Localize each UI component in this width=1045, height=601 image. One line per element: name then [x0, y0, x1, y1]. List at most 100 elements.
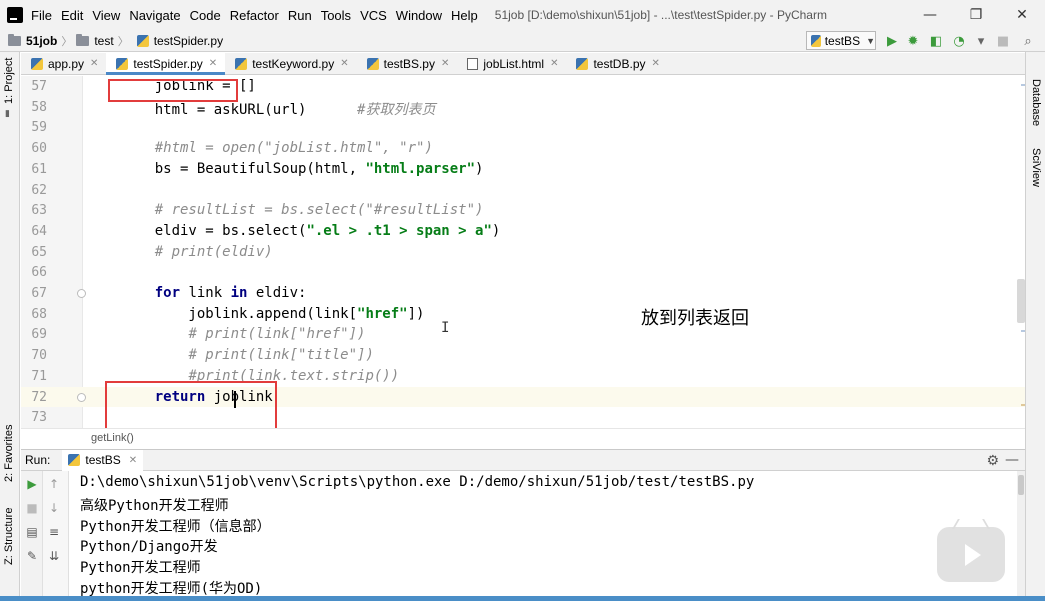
code-line: 66 — [21, 262, 1025, 283]
breadcrumb-project[interactable]: 51job — [0, 33, 57, 48]
right-tool-stripe: Database SciView — [1025, 52, 1045, 601]
tab-label: app.py — [48, 56, 85, 71]
project-icon: ▮ — [5, 109, 10, 119]
run-tab-testbs[interactable]: testBS ✕ — [62, 449, 144, 471]
code-line: 70 # print(link["title"]) — [21, 345, 1025, 366]
console-scrollbar-thumb[interactable] — [1018, 475, 1024, 495]
menu-code[interactable]: Code — [190, 8, 221, 23]
breadcrumb-file[interactable]: testSpider.py — [133, 34, 223, 48]
highlight-box-return — [105, 381, 277, 428]
run-toolbar-secondary: ↑ ↓ ≡ ⇊ — [43, 471, 69, 597]
editor-tab-1[interactable]: testSpider.py ✕ — [106, 53, 226, 75]
menu-view[interactable]: View — [92, 8, 120, 23]
project-tool-button[interactable]: 1: Project — [3, 58, 15, 104]
scroll-to-end-icon[interactable]: ⇊ — [43, 549, 65, 563]
close-icon[interactable]: ✕ — [441, 58, 449, 69]
python-file-icon — [136, 34, 149, 47]
editor-tab-0[interactable]: app.py ✕ — [21, 53, 106, 74]
code-line: 65 # print(eldiv) — [21, 242, 1025, 263]
arrow-up-icon[interactable]: ↑ — [43, 477, 65, 491]
run-configuration-select[interactable]: testBS ▼ — [806, 31, 876, 50]
console-line: Python开发工程师 — [80, 560, 201, 577]
tab-label: testBS.py — [383, 56, 435, 71]
rerun-icon[interactable]: ▶ — [21, 477, 43, 491]
code-text: # print(eldiv) — [121, 244, 273, 260]
function-breadcrumb[interactable]: getLink() — [91, 432, 134, 444]
pin-icon[interactable]: ✎ — [21, 549, 43, 563]
close-icon[interactable]: ✕ — [652, 58, 660, 69]
code-editor[interactable]: 57 joblink = [] 58 html = askURL(url) #获取… — [21, 76, 1025, 428]
stop-icon[interactable]: ■ — [995, 33, 1011, 49]
fold-marker-icon[interactable] — [77, 289, 86, 298]
html-file-icon — [467, 57, 479, 70]
video-play-overlay[interactable] — [937, 527, 1005, 582]
debug-icon[interactable]: ✹ — [905, 33, 921, 49]
editor-tab-3[interactable]: testBS.py ✕ — [357, 53, 458, 74]
console-line: Python开发工程师（信息部） — [80, 518, 271, 535]
coverage-icon[interactable]: ◧ — [928, 33, 944, 49]
python-file-icon — [366, 57, 379, 70]
code-text: # resultList = bs.select("#resultList") — [121, 202, 484, 219]
line-number: 58 — [31, 99, 47, 115]
menu-refactor[interactable]: Refactor — [230, 8, 279, 23]
line-number: 73 — [31, 410, 47, 426]
code-token: # resultList = bs.select("#resultList") — [154, 202, 484, 219]
editor-scrollbar-thumb[interactable] — [1017, 279, 1025, 323]
menu-help[interactable]: Help — [451, 8, 478, 23]
editor-tab-5[interactable]: testDB.py ✕ — [566, 53, 667, 74]
console-line: 高级Python开发工程师 — [80, 497, 229, 514]
run-menu-icon[interactable]: ▾ — [973, 33, 989, 49]
minimize-button[interactable]: — — [907, 0, 953, 30]
favorites-tool-button[interactable]: 2: Favorites — [3, 425, 15, 482]
code-line: 61 bs = BeautifulSoup(html, "html.parser… — [21, 159, 1025, 180]
soft-wrap-icon[interactable]: ≡ — [43, 525, 65, 539]
gear-icon[interactable]: ⚙ — [986, 453, 999, 469]
close-icon[interactable]: ✕ — [129, 455, 137, 466]
line-number: 67 — [31, 286, 47, 301]
close-icon[interactable]: ✕ — [340, 58, 348, 69]
close-icon[interactable]: ✕ — [209, 58, 217, 69]
stop-icon[interactable]: ■ — [21, 501, 43, 515]
arrow-down-icon[interactable]: ↓ — [43, 501, 65, 515]
structure-tool-button[interactable]: Z: Structure — [3, 508, 15, 565]
menu-run[interactable]: Run — [288, 8, 312, 23]
python-file-icon — [31, 57, 43, 70]
menu-vcs[interactable]: VCS — [360, 8, 387, 23]
console-scrollbar[interactable] — [1017, 471, 1025, 597]
run-console-output[interactable]: D:\demo\shixun\51job\venv\Scripts\python… — [70, 471, 1017, 597]
console-line: D:\demo\shixun\51job\venv\Scripts\python… — [80, 474, 755, 490]
code-token: ) — [475, 160, 484, 177]
sciview-tool-button[interactable]: SciView — [1030, 148, 1042, 187]
breadcrumb-folder[interactable]: test — [76, 33, 114, 48]
run-panel-header: Run: testBS ✕ ⚙ — — [21, 449, 1025, 471]
layout-icon[interactable]: ▤ — [21, 525, 43, 539]
code-token: eldiv = bs.select( — [121, 222, 307, 239]
menu-window[interactable]: Window — [396, 8, 442, 23]
code-text: # print(link["href"]) — [121, 326, 365, 342]
menu-navigate[interactable]: Navigate — [129, 8, 180, 23]
profile-icon[interactable]: ◔ — [951, 33, 967, 49]
run-toolbar: ▶ ■ ▤ ✎ — [21, 471, 43, 597]
menu-file[interactable]: File — [31, 8, 52, 23]
fold-marker-icon[interactable] — [77, 392, 86, 402]
hide-panel-icon[interactable]: — — [1005, 452, 1019, 468]
code-line: 69 # print(link["href"]) — [21, 324, 1025, 345]
database-tool-button[interactable]: Database — [1030, 79, 1042, 126]
code-token: # print(link["href"]) — [188, 326, 366, 343]
close-button[interactable]: ✕ — [999, 0, 1045, 30]
search-icon[interactable]: ⌕ — [1020, 33, 1036, 49]
editor-tab-4[interactable]: jobList.html ✕ — [457, 53, 566, 74]
run-icon[interactable]: ▶ — [884, 33, 900, 49]
code-breadcrumb-bar: getLink() — [21, 428, 1025, 448]
window-title: 51job [D:\demo\shixun\51job] - ...\test\… — [494, 8, 827, 22]
code-text: for link in eldiv: — [121, 285, 307, 301]
close-icon[interactable]: ✕ — [550, 58, 558, 69]
python-file-icon — [811, 34, 821, 47]
restore-button[interactable]: ❐ — [953, 0, 999, 30]
menu-edit[interactable]: Edit — [61, 8, 83, 23]
editor-tab-2[interactable]: testKeyword.py ✕ — [225, 53, 356, 74]
run-label: Run: — [25, 453, 51, 467]
close-icon[interactable]: ✕ — [90, 58, 98, 69]
menu-tools[interactable]: Tools — [321, 8, 351, 23]
